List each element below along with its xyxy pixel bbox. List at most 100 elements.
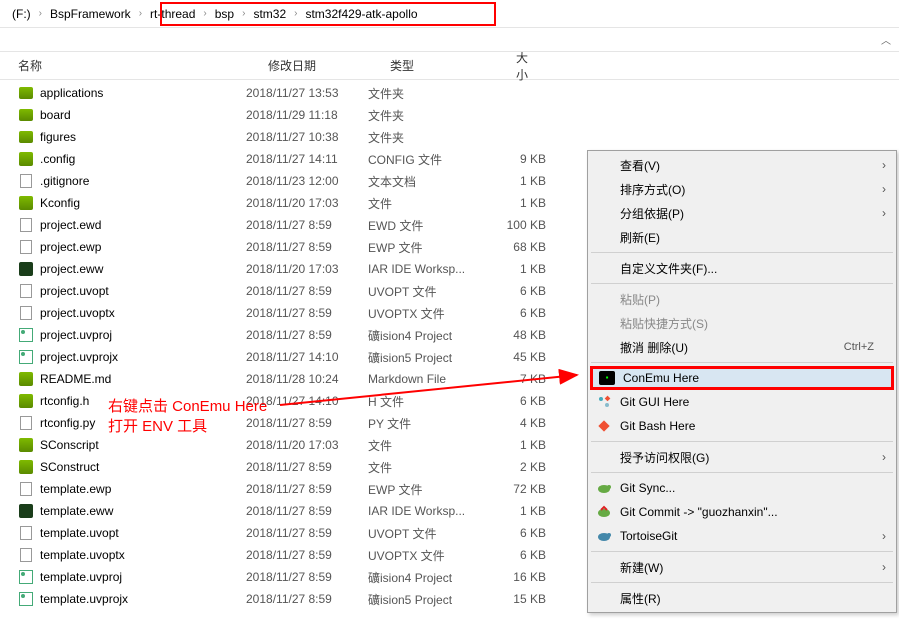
breadcrumb-item[interactable]: stm32f429-atk-apollo — [301, 5, 421, 23]
header-type[interactable]: 类型 — [390, 57, 508, 74]
file-size: 68 KB — [486, 240, 546, 254]
file-type: 文件夹 — [368, 129, 486, 146]
file-name-label: applications — [40, 86, 103, 100]
chevron-right-icon: › — [39, 8, 42, 19]
file-name-label: template.uvopt — [40, 526, 119, 540]
breadcrumb-item[interactable]: BspFramework — [46, 5, 135, 23]
file-type: 文本文档 — [368, 173, 486, 190]
menu-git-bash[interactable]: Git Bash Here — [590, 414, 894, 438]
file-icon — [18, 393, 34, 409]
file-name-label: template.ewp — [40, 482, 111, 496]
file-icon — [18, 283, 34, 299]
file-icon — [18, 591, 34, 607]
file-type: IAR IDE Worksp... — [368, 262, 486, 276]
file-icon — [18, 261, 34, 277]
file-icon — [18, 525, 34, 541]
file-size: 6 KB — [486, 394, 546, 408]
menu-separator — [591, 441, 893, 442]
file-icon — [18, 415, 34, 431]
file-date: 2018/11/27 8:59 — [246, 482, 368, 496]
file-name-label: rtconfig.h — [40, 394, 89, 408]
menu-grant-access[interactable]: 授予访问权限(G)› — [590, 445, 894, 469]
file-row[interactable]: figures2018/11/27 10:38文件夹 — [0, 126, 899, 148]
menu-undo[interactable]: 撤消 删除(U)Ctrl+Z — [590, 335, 894, 359]
file-size: 72 KB — [486, 482, 546, 496]
file-type: UVOPTX 文件 — [368, 547, 486, 564]
file-icon — [18, 481, 34, 497]
file-name-label: project.eww — [40, 262, 103, 276]
file-type: PY 文件 — [368, 415, 486, 432]
file-icon — [18, 327, 34, 343]
file-name-label: SConscript — [40, 438, 99, 452]
file-icon — [18, 151, 34, 167]
menu-refresh[interactable]: 刷新(E) — [590, 225, 894, 249]
file-name-label: project.ewd — [40, 218, 101, 232]
file-size: 6 KB — [486, 526, 546, 540]
menu-sort[interactable]: 排序方式(O)› — [590, 177, 894, 201]
menu-paste: 粘贴(P) — [590, 287, 894, 311]
file-row[interactable]: board2018/11/29 11:18文件夹 — [0, 104, 899, 126]
file-row[interactable]: applications2018/11/27 13:53文件夹 — [0, 82, 899, 104]
chevron-right-icon: › — [242, 8, 245, 19]
file-name-label: Kconfig — [40, 196, 80, 210]
file-date: 2018/11/29 11:18 — [246, 108, 368, 122]
file-type: EWP 文件 — [368, 239, 486, 256]
file-date: 2018/11/27 14:10 — [246, 350, 368, 364]
header-size[interactable]: 大小 — [508, 49, 568, 83]
menu-properties[interactable]: 属性(R) — [590, 586, 894, 610]
file-icon — [18, 173, 34, 189]
menu-tortoisegit[interactable]: TortoiseGit› — [590, 524, 894, 548]
chevron-up-icon[interactable]: ︿ — [881, 32, 891, 47]
menu-paste-shortcut: 粘贴快捷方式(S) — [590, 311, 894, 335]
file-date: 2018/11/27 8:59 — [246, 570, 368, 584]
header-date[interactable]: 修改日期 — [268, 57, 390, 74]
file-icon — [18, 371, 34, 387]
file-name-label: project.ewp — [40, 240, 101, 254]
file-type: 礦ision5 Project — [368, 349, 486, 366]
file-type: H 文件 — [368, 393, 486, 410]
file-type: EWD 文件 — [368, 217, 486, 234]
file-icon — [18, 547, 34, 563]
menu-group[interactable]: 分组依据(P)› — [590, 201, 894, 225]
file-name-label: project.uvopt — [40, 284, 109, 298]
breadcrumb-item[interactable]: stm32 — [249, 5, 290, 23]
file-date: 2018/11/20 17:03 — [246, 438, 368, 452]
file-date: 2018/11/27 8:59 — [246, 416, 368, 430]
menu-conemu-here[interactable]: ▪ConEmu Here — [590, 366, 894, 390]
file-icon — [18, 305, 34, 321]
file-name-label: .gitignore — [40, 174, 89, 188]
breadcrumb-drive[interactable]: (F:) — [8, 5, 35, 23]
menu-git-sync[interactable]: Git Sync... — [590, 476, 894, 500]
file-name-label: figures — [40, 130, 76, 144]
chevron-right-icon: › — [294, 8, 297, 19]
file-size: 2 KB — [486, 460, 546, 474]
menu-git-commit[interactable]: Git Commit -> "guozhanxin"... — [590, 500, 894, 524]
file-size: 15 KB — [486, 592, 546, 606]
menu-git-gui[interactable]: Git GUI Here — [590, 390, 894, 414]
file-name-label: SConstruct — [40, 460, 99, 474]
breadcrumb-item[interactable]: rt-thread — [146, 5, 199, 23]
file-date: 2018/11/27 8:59 — [246, 328, 368, 342]
file-date: 2018/11/20 17:03 — [246, 196, 368, 210]
file-name-label: template.uvoptx — [40, 548, 125, 562]
file-size: 1 KB — [486, 174, 546, 188]
file-name-label: project.uvprojx — [40, 350, 118, 364]
breadcrumb-item[interactable]: bsp — [211, 5, 238, 23]
file-type: 文件 — [368, 437, 486, 454]
menu-view[interactable]: 查看(V)› — [590, 153, 894, 177]
file-date: 2018/11/27 14:11 — [246, 152, 368, 166]
file-date: 2018/11/23 12:00 — [246, 174, 368, 188]
tortoise-icon — [596, 481, 612, 495]
menu-new[interactable]: 新建(W)› — [590, 555, 894, 579]
file-date: 2018/11/27 8:59 — [246, 548, 368, 562]
menu-customize[interactable]: 自定义文件夹(F)... — [590, 256, 894, 280]
file-date: 2018/11/27 8:59 — [246, 240, 368, 254]
file-name-label: project.uvproj — [40, 328, 112, 342]
file-icon — [18, 107, 34, 123]
header-name[interactable]: 名称 — [18, 57, 268, 74]
file-name-label: rtconfig.py — [40, 416, 95, 430]
column-headers: 名称 修改日期 类型 大小 — [0, 52, 899, 80]
file-size: 1 KB — [486, 504, 546, 518]
file-icon — [18, 569, 34, 585]
file-icon — [18, 217, 34, 233]
